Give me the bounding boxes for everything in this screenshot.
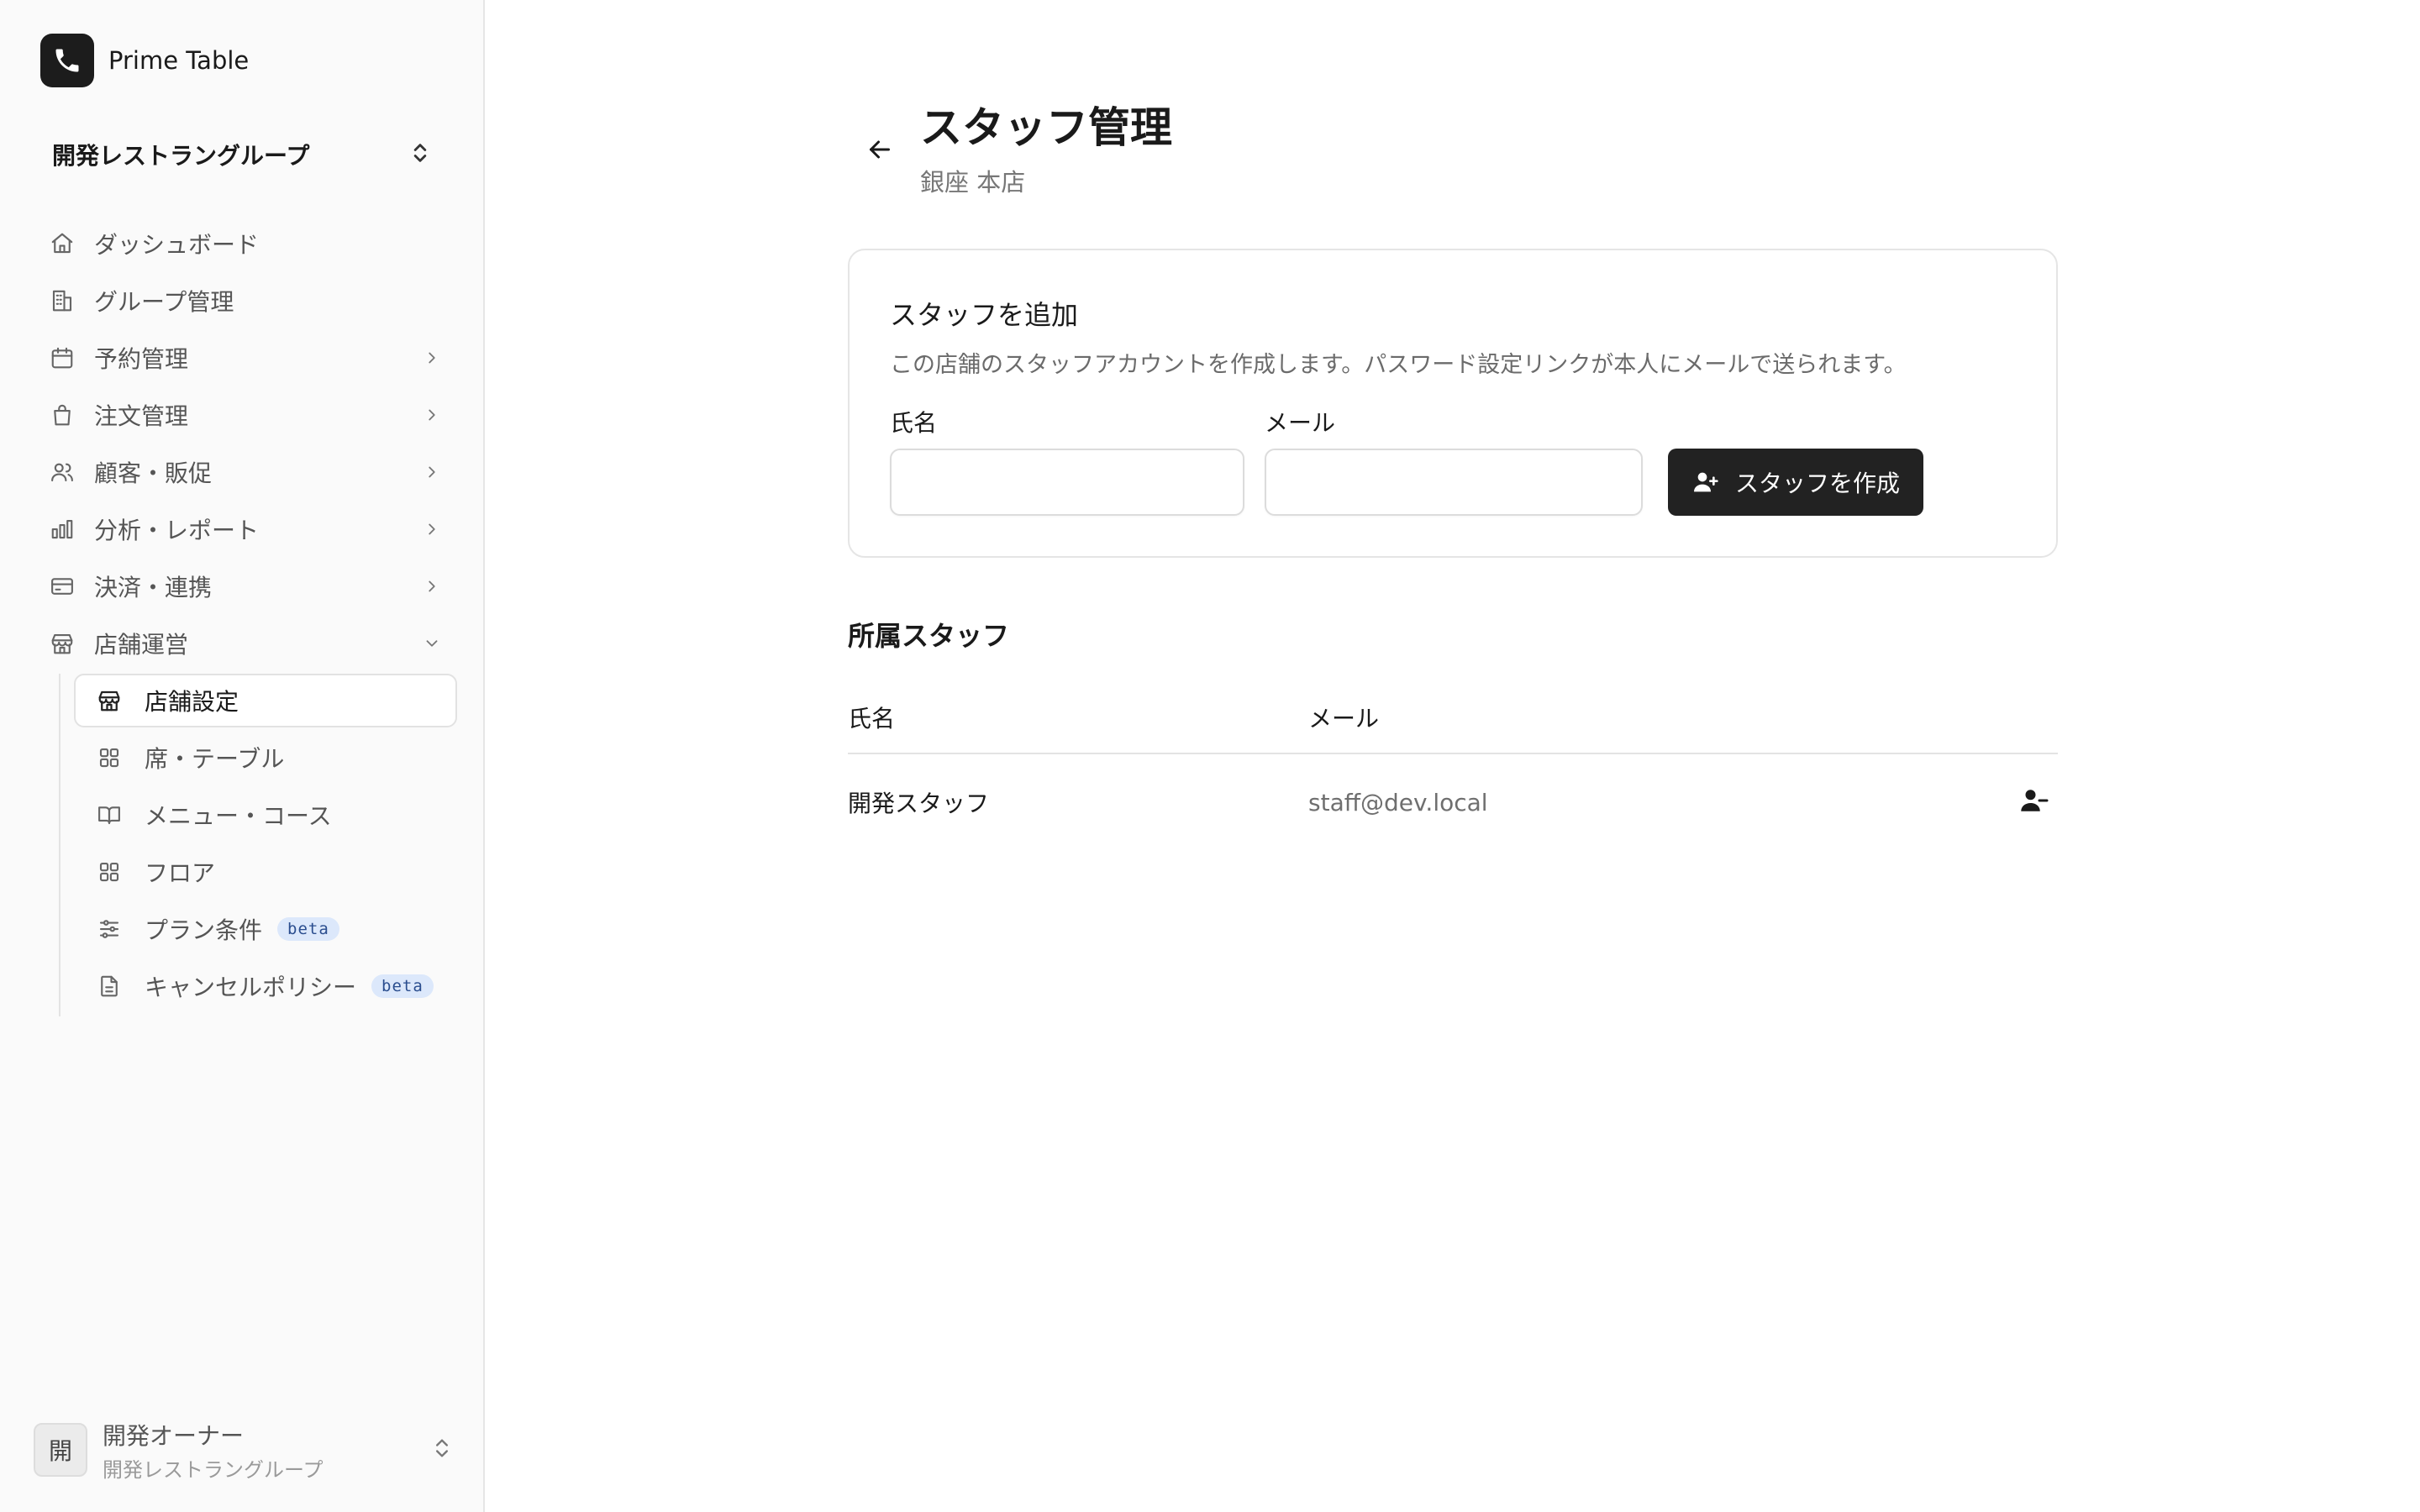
staff-table: 氏名 メール 開発スタッフ staff@dev.local xyxy=(848,682,2058,850)
sidebar-item-payments[interactable]: 決済・連携 xyxy=(40,558,457,615)
remove-staff-button[interactable] xyxy=(2011,779,2058,826)
sidebar-item-label: 店舗運営 xyxy=(94,631,189,659)
sidebar-subnav-store-operations: 店舗設定 席・テーブル メニュー・コース フロア プラン条件 beta キャンセ… xyxy=(59,674,457,1016)
chevron-right-icon xyxy=(420,403,444,427)
name-field[interactable] xyxy=(890,449,1244,516)
users-icon xyxy=(49,459,76,486)
card-title: スタッフを追加 xyxy=(890,299,1079,331)
back-button[interactable] xyxy=(853,124,907,178)
sidebar-item-label: キャンセルポリシー xyxy=(145,974,357,1001)
sidebar-item-label: メニュー・コース xyxy=(145,802,332,830)
sidebar-item-label: フロア xyxy=(145,859,216,887)
email-field[interactable] xyxy=(1265,449,1643,516)
chevron-right-icon xyxy=(420,460,444,484)
main-content: スタッフ管理 銀座 本店 スタッフを追加 この店舗のスタッフアカウントを作成しま… xyxy=(485,0,2420,1512)
sidebar-item-label: 分析・レポート xyxy=(94,517,260,544)
sidebar-item-label: 席・テーブル xyxy=(145,745,285,773)
column-header-name: 氏名 xyxy=(848,705,896,732)
store-icon xyxy=(49,630,76,657)
org-switcher[interactable]: 開発レストラングループ xyxy=(40,131,444,178)
sidebar-item-analytics[interactable]: 分析・レポート xyxy=(40,501,457,558)
chevron-right-icon xyxy=(420,346,444,370)
sidebar-item-orders[interactable]: 注文管理 xyxy=(40,386,457,444)
beta-badge: beta xyxy=(371,974,434,998)
page-subtitle: 銀座 本店 xyxy=(920,168,1026,197)
sidebar-item-label: 顧客・販促 xyxy=(94,459,213,487)
grid-icon xyxy=(96,744,123,771)
name-field-label: 氏名 xyxy=(890,409,938,437)
org-name: 開発レストラングループ xyxy=(52,142,310,170)
table-header: 氏名 メール xyxy=(848,682,2058,754)
staff-list-title: 所属スタッフ xyxy=(848,620,1010,652)
chevron-right-icon xyxy=(420,575,444,598)
sidebar-item-label: 店舗設定 xyxy=(145,688,239,716)
sidebar-item-menu-courses[interactable]: メニュー・コース xyxy=(74,788,457,842)
chevrons-up-down-icon xyxy=(408,141,432,168)
beta-badge: beta xyxy=(277,917,339,941)
sidebar-item-cancel-policy[interactable]: キャンセルポリシー beta xyxy=(74,959,457,1013)
grid-icon xyxy=(96,858,123,885)
user-info: 開発オーナー 開発レストラングループ xyxy=(103,1418,430,1483)
sidebar-item-dashboard[interactable]: ダッシュボード xyxy=(40,215,457,272)
user-plus-icon xyxy=(1691,468,1720,496)
avatar: 開 xyxy=(34,1423,87,1477)
sidebar-item-plan-conditions[interactable]: プラン条件 beta xyxy=(74,902,457,956)
arrow-left-icon xyxy=(865,134,895,168)
chevron-right-icon xyxy=(420,517,444,541)
sidebar-item-label: グループ管理 xyxy=(94,288,234,316)
sidebar-item-store-settings[interactable]: 店舗設定 xyxy=(74,674,457,727)
card-description: この店舗のスタッフアカウントを作成します。パスワード設定リンクが本人にメールで送… xyxy=(890,352,1907,378)
brand-name: Prime Table xyxy=(108,46,250,75)
column-header-email: メール xyxy=(1308,705,1380,732)
phone-icon xyxy=(40,34,94,87)
sidebar-item-label: 予約管理 xyxy=(94,345,189,373)
add-staff-card: スタッフを追加 この店舗のスタッフアカウントを作成します。パスワード設定リンクが… xyxy=(848,249,2058,558)
chevrons-up-down-icon xyxy=(430,1436,454,1463)
book-open-icon xyxy=(96,801,123,828)
app-root: Prime Table 開発レストラングループ ダッシュボード グループ管理 予… xyxy=(0,0,2420,1512)
user-org: 開発レストラングループ xyxy=(103,1457,324,1482)
sidebar-item-label: 注文管理 xyxy=(94,402,189,430)
create-staff-button[interactable]: スタッフを作成 xyxy=(1668,449,1923,516)
sidebar-item-label: プラン条件 xyxy=(145,916,263,944)
bar-chart-icon xyxy=(49,516,76,543)
sidebar-item-group[interactable]: グループ管理 xyxy=(40,272,457,329)
sidebar-item-label: ダッシュボード xyxy=(94,231,260,259)
sidebar-item-floor[interactable]: フロア xyxy=(74,845,457,899)
staff-name: 開発スタッフ xyxy=(848,790,990,817)
sidebar-item-customers[interactable]: 顧客・販促 xyxy=(40,444,457,501)
staff-email: staff@dev.local xyxy=(1308,788,1488,816)
sliders-icon xyxy=(96,916,123,942)
user-menu[interactable]: 開 開発オーナー 開発レストラングループ xyxy=(34,1418,454,1483)
sidebar-item-seats-tables[interactable]: 席・テーブル xyxy=(74,731,457,785)
user-minus-icon xyxy=(2019,785,2049,819)
sidebar-item-reservations[interactable]: 予約管理 xyxy=(40,329,457,386)
credit-card-icon xyxy=(49,573,76,600)
brand[interactable]: Prime Table xyxy=(40,34,249,87)
building-icon xyxy=(49,287,76,314)
create-staff-button-label: スタッフを作成 xyxy=(1734,470,1900,497)
sidebar-nav: ダッシュボード グループ管理 予約管理 注文管理 顧客・販促 分析・レポート 決… xyxy=(40,215,457,672)
user-name: 開発オーナー xyxy=(103,1421,245,1450)
calendar-icon xyxy=(49,344,76,371)
email-field-label: メール xyxy=(1265,409,1336,437)
home-icon xyxy=(49,230,76,257)
chevron-down-icon xyxy=(420,632,444,655)
sidebar-item-label: 決済・連携 xyxy=(94,574,213,601)
shopping-bag-icon xyxy=(49,402,76,428)
table-row: 開発スタッフ staff@dev.local xyxy=(848,754,2058,850)
sidebar: Prime Table 開発レストラングループ ダッシュボード グループ管理 予… xyxy=(0,0,485,1512)
store-icon xyxy=(96,687,123,714)
sidebar-item-store-operations[interactable]: 店舗運営 xyxy=(40,615,457,672)
page-title: スタッフ管理 xyxy=(920,103,1172,152)
file-text-icon xyxy=(96,973,123,1000)
